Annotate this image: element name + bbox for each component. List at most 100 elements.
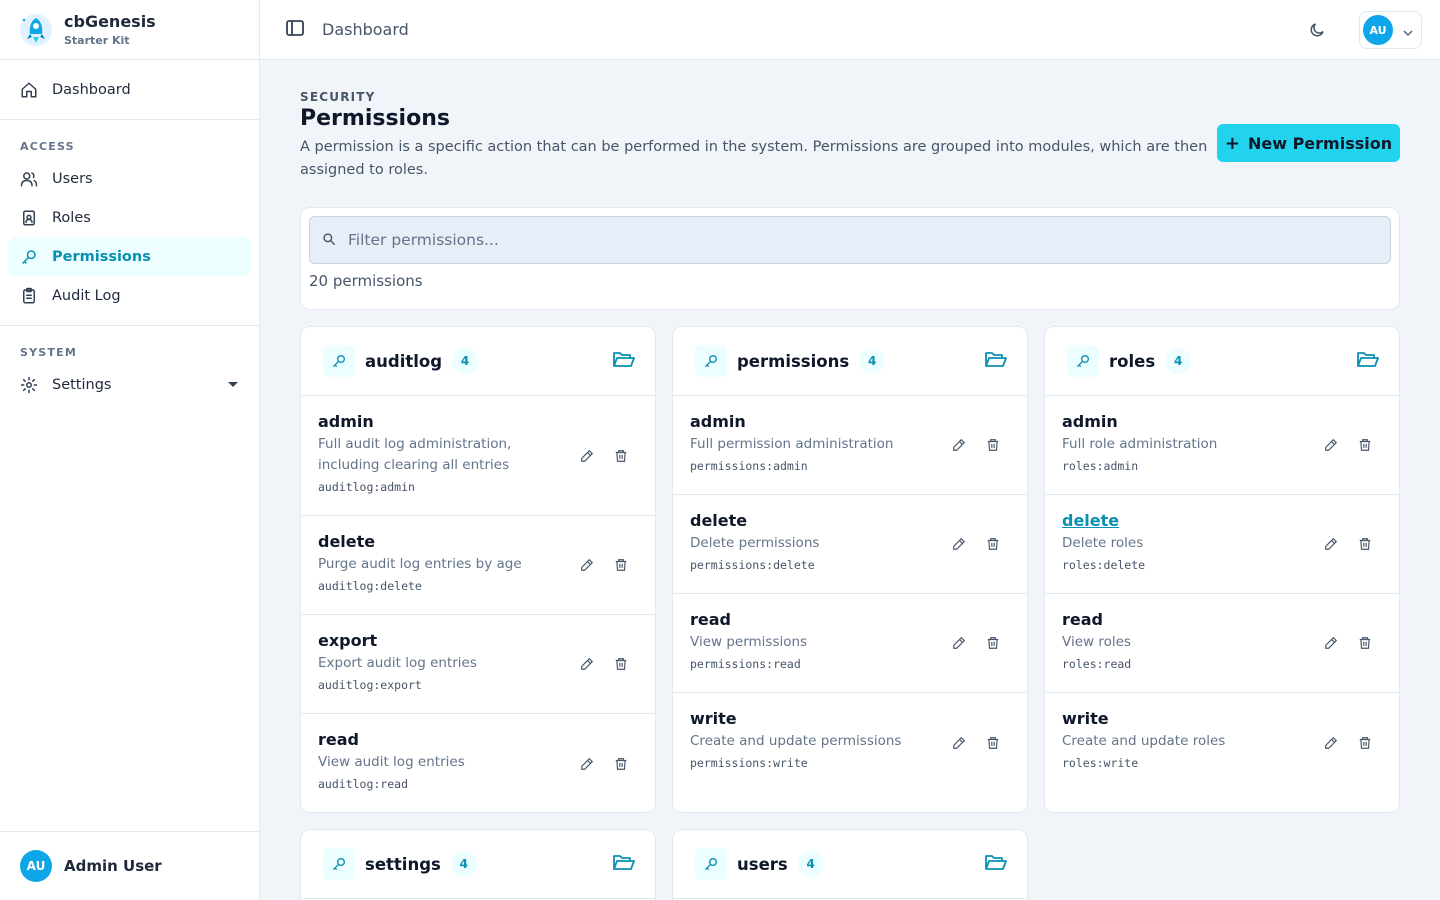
trash-icon[interactable] (1355, 534, 1375, 554)
edit-pencil-icon[interactable] (949, 733, 969, 753)
folder-open-icon[interactable] (985, 854, 1007, 876)
permission-row[interactable]: admin Full audit log administration, inc… (301, 396, 655, 516)
edit-pencil-icon[interactable] (577, 654, 597, 674)
sidebar-item-audit-log[interactable]: Audit Log (8, 276, 251, 315)
edit-pencil-icon[interactable] (1321, 435, 1341, 455)
edit-pencil-icon[interactable] (1321, 534, 1341, 554)
permission-key: auditlog:admin (318, 480, 415, 494)
permission-row[interactable]: export Export audit log entries auditlog… (301, 615, 655, 714)
permission-row[interactable]: read View roles roles:read (1045, 594, 1399, 693)
home-icon (20, 81, 38, 99)
user-menu-button[interactable]: AU (1359, 11, 1422, 49)
permission-row[interactable]: write Create and update permissions perm… (673, 693, 1027, 792)
sidebar-item-label: Roles (52, 209, 91, 226)
sidebar-item-settings[interactable]: Settings (8, 365, 251, 404)
trash-icon[interactable] (983, 633, 1003, 653)
trash-icon[interactable] (611, 654, 631, 674)
brand[interactable]: cbGenesis Starter Kit (0, 0, 259, 60)
new-permission-button[interactable]: + New Permission (1217, 124, 1400, 162)
permission-row[interactable]: admin Full permission administration per… (673, 396, 1027, 495)
edit-pencil-icon[interactable] (949, 633, 969, 653)
brand-name: cbGenesis (64, 11, 156, 31)
module-name: settings (365, 854, 441, 874)
permission-name: write (690, 709, 737, 728)
avatar: AU (1363, 15, 1393, 45)
permission-row[interactable]: admin Full role administration roles:adm… (1045, 396, 1399, 495)
rocket-logo-icon (20, 13, 52, 46)
folder-open-icon[interactable] (1357, 351, 1379, 373)
edit-pencil-icon[interactable] (1321, 733, 1341, 753)
edit-pencil-icon[interactable] (1321, 633, 1341, 653)
key-icon (323, 848, 355, 880)
plus-icon: + (1224, 132, 1240, 154)
permission-description: View roles (1062, 634, 1131, 650)
key-icon (695, 848, 727, 880)
edit-pencil-icon[interactable] (577, 754, 597, 774)
folder-open-icon[interactable] (613, 351, 635, 373)
permission-name: read (318, 730, 359, 749)
edit-pencil-icon[interactable] (949, 534, 969, 554)
search-field[interactable] (309, 216, 1391, 264)
permission-description: Full permission administration (690, 436, 894, 452)
permission-description: View permissions (690, 634, 808, 650)
module-card-roles: roles 4 admin Full role administration r… (1044, 326, 1400, 813)
trash-icon[interactable] (1355, 633, 1375, 653)
moon-icon[interactable] (1306, 19, 1328, 41)
edit-pencil-icon[interactable] (949, 435, 969, 455)
permission-description: Full audit log administration, including… (318, 436, 512, 473)
count-badge: 4 (452, 348, 479, 374)
permission-key: auditlog:delete (318, 579, 422, 593)
permission-row[interactable]: delete Delete permissions permissions:de… (673, 495, 1027, 594)
permission-name-link[interactable]: delete (1062, 511, 1382, 531)
page-eyebrow: SECURITY (300, 90, 376, 104)
trash-icon[interactable] (611, 446, 631, 466)
chevron-down-icon (1403, 21, 1413, 40)
permission-name: write (1062, 709, 1109, 728)
search-icon (322, 231, 336, 250)
sidebar-item-dashboard[interactable]: Dashboard (8, 70, 251, 109)
sidebar-toggle-icon[interactable] (286, 19, 304, 40)
trash-icon[interactable] (1355, 435, 1375, 455)
trash-icon[interactable] (983, 733, 1003, 753)
trash-icon[interactable] (611, 754, 631, 774)
permission-row[interactable]: delete Purge audit log entries by age au… (301, 516, 655, 615)
permission-name: export (318, 631, 378, 650)
key-icon (323, 345, 355, 377)
edit-pencil-icon[interactable] (577, 446, 597, 466)
page-description: A permission is a specific action that c… (300, 139, 1208, 178)
folder-open-icon[interactable] (613, 854, 635, 876)
search-input[interactable] (348, 231, 1248, 249)
nav-system: SYSTEM Settings (0, 326, 259, 414)
module-name: permissions (737, 351, 850, 371)
folder-open-icon[interactable] (985, 351, 1007, 373)
permission-key: roles:read (1062, 657, 1132, 671)
nav-section-title: ACCESS (20, 140, 75, 153)
permission-row[interactable]: read View audit log entries auditlog:rea… (301, 714, 655, 812)
nav-access: ACCESS Users Roles Permissions Audit Log (0, 120, 259, 326)
count-badge: 4 (797, 851, 824, 877)
permission-description: Delete roles (1062, 535, 1144, 551)
trash-icon[interactable] (611, 555, 631, 575)
module-header: roles 4 (1045, 327, 1399, 396)
sidebar-item-label: Audit Log (52, 287, 121, 304)
permission-name: admin (690, 412, 746, 431)
trash-icon[interactable] (983, 534, 1003, 554)
breadcrumb: Dashboard (322, 20, 409, 39)
permission-row[interactable]: write Create and update roles roles:writ… (1045, 693, 1399, 792)
sidebar-item-roles[interactable]: Roles (8, 198, 251, 237)
trash-icon[interactable] (1355, 733, 1375, 753)
nav-section-title: SYSTEM (20, 346, 77, 359)
permission-description: Create and update permissions (690, 733, 902, 749)
sidebar-item-permissions[interactable]: Permissions (8, 237, 251, 276)
permission-row[interactable]: read View permissions permissions:read (673, 594, 1027, 693)
permission-description: Delete permissions (690, 535, 820, 551)
edit-pencil-icon[interactable] (577, 555, 597, 575)
trash-icon[interactable] (983, 435, 1003, 455)
module-header: users 4 (673, 830, 1027, 899)
permission-key: permissions:delete (690, 558, 815, 572)
permission-row[interactable]: delete Delete roles roles:delete (1045, 495, 1399, 594)
sidebar-item-users[interactable]: Users (8, 159, 251, 198)
permission-key: permissions:read (690, 657, 801, 671)
sidebar-user[interactable]: AU Admin User (0, 831, 259, 900)
sidebar-item-label: Permissions (52, 248, 151, 265)
